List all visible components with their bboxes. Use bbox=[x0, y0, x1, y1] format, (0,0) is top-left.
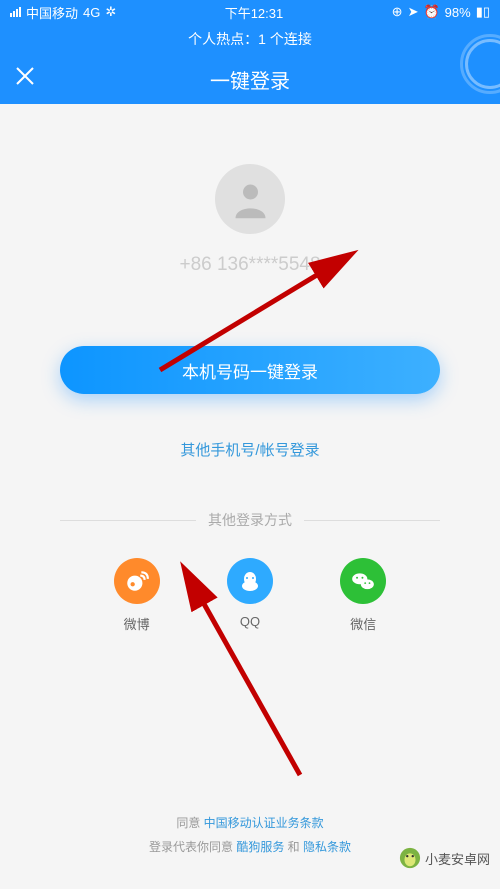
page-title: 一键登录 bbox=[210, 65, 290, 94]
qq-icon bbox=[227, 558, 273, 604]
status-left: 中国移动 4G ✲ bbox=[10, 3, 116, 22]
status-right: ⊕ ➤ ⏰ 98% ▮▯ bbox=[392, 4, 490, 20]
content-area: +86 136****5548 本机号码一键登录 其他手机号/帐号登录 其他登录… bbox=[0, 104, 500, 633]
wechat-label: 微信 bbox=[350, 614, 376, 633]
network-label: 4G bbox=[83, 5, 100, 20]
close-button[interactable] bbox=[15, 65, 35, 93]
cmcc-terms-link[interactable]: 中国移动认证业务条款 bbox=[204, 816, 324, 830]
avatar-placeholder bbox=[215, 164, 285, 234]
hotspot-bar[interactable]: 个人热点：1 个连接 bbox=[0, 24, 500, 54]
battery-percent: 98% bbox=[445, 5, 471, 20]
status-time: 下午12:31 bbox=[225, 3, 284, 22]
social-row: 微博 QQ 微信 bbox=[60, 558, 440, 633]
social-qq-button[interactable]: QQ bbox=[227, 558, 273, 633]
social-weibo-button[interactable]: 微博 bbox=[114, 558, 160, 633]
wechat-icon bbox=[340, 558, 386, 604]
watermark-text: 小麦安卓网 bbox=[425, 849, 490, 868]
alarm-icon: ⏰ bbox=[423, 4, 439, 20]
title-bar: 一键登录 bbox=[0, 54, 500, 104]
terms-prefix-2: 登录代表你同意 bbox=[149, 840, 233, 854]
watermark-icon bbox=[399, 847, 421, 869]
terms-line-1: 同意 中国移动认证业务条款 bbox=[0, 811, 500, 835]
signal-icon bbox=[10, 7, 21, 17]
activity-icon: ✲ bbox=[105, 4, 116, 20]
battery-icon: ▮▯ bbox=[476, 4, 490, 20]
phone-number: +86 136****5548 bbox=[0, 254, 500, 276]
terms-and: 和 bbox=[288, 840, 300, 854]
divider-label: 其他登录方式 bbox=[196, 510, 304, 530]
weibo-icon bbox=[114, 558, 160, 604]
social-wechat-button[interactable]: 微信 bbox=[340, 558, 386, 633]
other-login-link[interactable]: 其他手机号/帐号登录 bbox=[0, 439, 500, 460]
qq-label: QQ bbox=[240, 614, 260, 629]
terms-prefix-1: 同意 bbox=[176, 816, 200, 830]
watermark: 小麦安卓网 bbox=[399, 847, 490, 869]
weibo-label: 微博 bbox=[124, 614, 150, 633]
carrier-label: 中国移动 bbox=[26, 3, 78, 22]
divider: 其他登录方式 bbox=[60, 510, 440, 530]
service-terms-link[interactable]: 酷狗服务 bbox=[236, 840, 284, 854]
status-bar: 中国移动 4G ✲ 下午12:31 ⊕ ➤ ⏰ 98% ▮▯ bbox=[0, 0, 500, 24]
decorative-circles bbox=[465, 39, 500, 89]
close-icon bbox=[15, 66, 35, 86]
privacy-terms-link[interactable]: 隐私条款 bbox=[303, 840, 351, 854]
lock-icon: ⊕ bbox=[392, 4, 403, 20]
person-icon bbox=[228, 177, 273, 222]
location-icon: ➤ bbox=[408, 4, 419, 20]
other-methods-section: 其他登录方式 微博 QQ 微信 bbox=[0, 510, 500, 633]
primary-login-button[interactable]: 本机号码一键登录 bbox=[60, 346, 440, 394]
